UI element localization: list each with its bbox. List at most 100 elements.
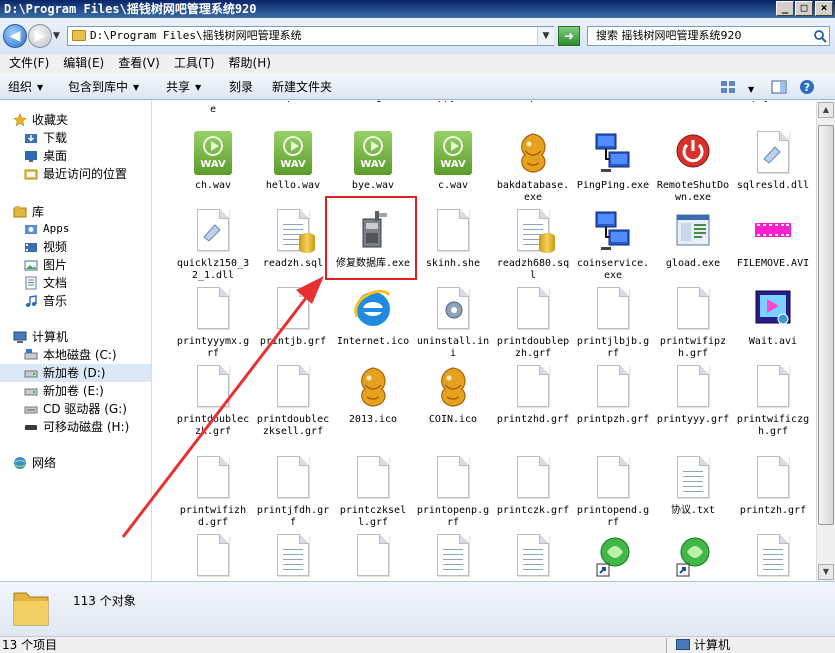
file-item[interactable]: printwifipzh.grf (653, 285, 733, 360)
file-item[interactable] (173, 532, 253, 581)
maximize-button[interactable]: □ (795, 1, 813, 16)
nav-videos[interactable]: 视频 (0, 238, 151, 256)
burn-button[interactable]: 刻录 (229, 79, 253, 95)
file-item[interactable]: 2013.ico (333, 363, 413, 426)
file-item[interactable]: quicklz150_32_1.dll (173, 207, 253, 282)
scroll-up-icon[interactable]: ▲ (818, 102, 834, 118)
file-item[interactable]: Internet.ico (333, 285, 413, 348)
file-item[interactable]: printopend.grf (573, 454, 653, 529)
file-item[interactable]: setup.fil (493, 101, 573, 104)
go-button[interactable]: ➜ (558, 26, 580, 46)
nav-drive-e[interactable]: 新加卷 (E:) (0, 382, 151, 400)
file-item[interactable]: printwifizhd.grf (173, 454, 253, 529)
file-item[interactable]: fer.gif (333, 101, 413, 104)
file-item[interactable]: RemoteShutDown.exe (653, 129, 733, 204)
file-item[interactable]: WAV bye.wav (333, 129, 413, 192)
nav-drive-g[interactable]: CD 驱动器 (G:) (0, 400, 151, 418)
file-list[interactable]: Checknost.exeCVRApi.dllfer.gifhappy.wavs… (156, 101, 816, 581)
file-item[interactable]: account.wav (573, 101, 653, 104)
nav-network[interactable]: 网络 (0, 454, 151, 472)
file-item[interactable]: CVRApi.dll (253, 101, 333, 104)
file-item[interactable]: printopenp.grf (413, 454, 493, 529)
file-item[interactable]: coinservice.exe (573, 207, 653, 282)
file-item[interactable] (333, 532, 413, 581)
history-dropdown-icon[interactable]: ▼ (53, 31, 60, 41)
vertical-scrollbar[interactable]: ▲ ▼ (816, 101, 835, 581)
nav-documents[interactable]: 文档 (0, 274, 151, 292)
share-button[interactable]: 共享 ▼ (166, 79, 201, 96)
file-item[interactable]: gload.exe (653, 207, 733, 270)
file-item[interactable]: WAV c.wav (413, 129, 493, 192)
nav-apps[interactable]: Apps (0, 220, 151, 238)
file-item[interactable]: Checknost.exe (173, 101, 253, 116)
scroll-thumb[interactable] (818, 125, 834, 525)
file-item[interactable]: uninstall.ini (413, 285, 493, 360)
file-item[interactable] (253, 532, 333, 581)
address-dropdown-icon[interactable]: ▼ (537, 27, 554, 45)
search-icon[interactable] (813, 29, 827, 43)
file-item[interactable]: printdoubleczk.grf (173, 363, 253, 438)
file-item[interactable]: happy.wav (413, 101, 493, 104)
help-icon[interactable]: ? (799, 79, 815, 95)
minimize-button[interactable]: _ (776, 1, 794, 16)
nav-recent[interactable]: 最近访问的位置 (0, 165, 151, 183)
file-item[interactable]: FILEMOVE.AVI (733, 207, 813, 270)
file-item[interactable]: pay.wav (733, 101, 813, 104)
nav-libraries[interactable]: 库 (0, 203, 151, 221)
nav-drive-d[interactable]: 新加卷 (D:) (0, 364, 151, 382)
nav-computer[interactable]: 计算机 (0, 328, 151, 346)
file-item[interactable]: printczksell.grf (333, 454, 413, 529)
file-item[interactable]: add.wav (653, 101, 733, 104)
file-item[interactable]: readzh.sql (253, 207, 333, 270)
file-item[interactable] (573, 532, 653, 581)
nav-music[interactable]: 音乐 (0, 292, 151, 310)
file-item[interactable] (413, 532, 493, 581)
file-item[interactable]: printczk.grf (493, 454, 573, 517)
file-item[interactable] (653, 532, 733, 581)
file-item[interactable]: readzh680.sql (493, 207, 573, 282)
file-item[interactable]: printwificzgh.grf (733, 363, 813, 438)
file-item[interactable]: printjlbjb.grf (573, 285, 653, 360)
file-item[interactable]: 协议.txt (653, 454, 733, 517)
menu-view[interactable]: 查看(V) (111, 54, 167, 74)
file-item[interactable]: printdoublepzh.grf (493, 285, 573, 360)
preview-pane-icon[interactable] (771, 79, 787, 95)
menu-tools[interactable]: 工具(T) (167, 54, 222, 74)
menu-edit[interactable]: 编辑(E) (56, 54, 111, 74)
view-dropdown-icon[interactable]: ▼ (748, 82, 754, 98)
include-library-button[interactable]: 包含到库中 ▼ (68, 79, 139, 96)
search-input[interactable]: 搜索 摇钱树网吧管理系统920 (587, 26, 830, 46)
file-item[interactable]: COIN.ico (413, 363, 493, 426)
menu-help[interactable]: 帮助(H) (222, 54, 278, 74)
menu-file[interactable]: 文件(F) (2, 54, 56, 74)
file-item[interactable]: printjb.grf (253, 285, 333, 348)
nav-pictures[interactable]: 图片 (0, 256, 151, 274)
scroll-down-icon[interactable]: ▼ (818, 564, 834, 580)
file-item[interactable]: printdoubleczksell.grf (253, 363, 333, 438)
file-item[interactable]: skinh.she (413, 207, 493, 270)
nav-desktop[interactable]: 桌面 (0, 147, 151, 165)
nav-drive-c[interactable]: 本地磁盘 (C:) (0, 346, 151, 364)
file-item[interactable]: printyyy.grf (653, 363, 733, 426)
file-item[interactable]: PingPing.exe (573, 129, 653, 192)
file-item[interactable]: bakdatabase.exe (493, 129, 573, 204)
file-item[interactable]: WAV hello.wav (253, 129, 333, 192)
view-options-icon[interactable] (720, 79, 736, 95)
organize-button[interactable]: 组织 ▼ (8, 79, 43, 96)
file-item[interactable]: printyyymx.grf (173, 285, 253, 360)
file-item[interactable]: printzhd.grf (493, 363, 573, 426)
file-item[interactable]: printjfdh.grf (253, 454, 333, 529)
new-folder-button[interactable]: 新建文件夹 (272, 79, 332, 95)
forward-button[interactable]: ▶ (28, 24, 52, 48)
file-item[interactable] (733, 532, 813, 581)
nav-favorites[interactable]: 收藏夹 (0, 111, 151, 129)
file-item[interactable]: Wait.avi (733, 285, 813, 348)
file-item[interactable]: sqlresld.dll (733, 129, 813, 192)
nav-drive-h[interactable]: 可移动磁盘 (H:) (0, 418, 151, 436)
back-button[interactable]: ◀ (3, 24, 27, 48)
file-item[interactable]: WAV ch.wav (173, 129, 253, 192)
nav-downloads[interactable]: 下载 (0, 129, 151, 147)
file-item[interactable] (493, 532, 573, 581)
file-item[interactable]: printzh.grf (733, 454, 813, 517)
close-button[interactable]: × (815, 1, 833, 16)
